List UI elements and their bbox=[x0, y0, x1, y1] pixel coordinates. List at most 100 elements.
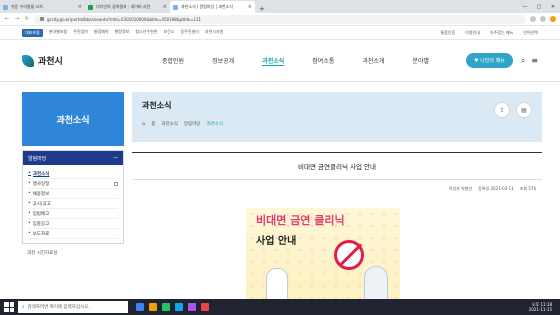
browser-tab-active[interactable]: 과천소식 | 알림마당 | 과천소식 × bbox=[170, 1, 255, 13]
article-date: 등록일 2021-03-11 bbox=[478, 186, 514, 191]
close-icon[interactable]: × bbox=[163, 4, 167, 10]
close-window-icon[interactable]: ✕ bbox=[546, 0, 560, 13]
sidebar-menu: 알림마당 — • 과천소식 • 행사일정 • 채용정보 • 고시/공고 • 입법… bbox=[22, 150, 124, 244]
system-tray[interactable]: 오후 11:18 2021-11-15 bbox=[529, 302, 556, 312]
util-link[interactable]: 이용안내 bbox=[465, 30, 480, 36]
window-controls: — □ ✕ bbox=[518, 0, 560, 13]
back-icon[interactable]: ← bbox=[4, 16, 10, 22]
url-field[interactable]: gccity.go.kr/portal/bbs/view.do?mId=0301… bbox=[34, 14, 526, 24]
address-bar: ← → ↻ gccity.go.kr/portal/bbs/view.do?mI… bbox=[0, 13, 560, 26]
sidebar-list: • 과천소식 • 행사일정 • 채용정보 • 고시/공고 • 입법예고 • 입찰… bbox=[23, 165, 123, 243]
breadcrumb: ⌂ 홈 과천소식 알림마당 과천소식 bbox=[142, 121, 532, 127]
banner-actions: ⇪ ▤ bbox=[494, 102, 532, 118]
print-icon[interactable]: ▤ bbox=[516, 102, 532, 118]
site-link[interactable]: 과천시자원 bbox=[205, 29, 223, 37]
forward-icon[interactable]: → bbox=[14, 16, 20, 22]
home-icon[interactable]: ⌂ bbox=[142, 121, 145, 127]
sidebar-item-label: 보도자료 bbox=[32, 231, 50, 237]
favicon-icon bbox=[3, 4, 8, 10]
external-link-icon bbox=[114, 181, 118, 186]
util-link[interactable]: 언어선택 bbox=[523, 30, 538, 36]
collapse-icon[interactable]: — bbox=[113, 155, 118, 161]
site-link[interactable]: 분야별포털 bbox=[49, 29, 67, 37]
new-tab-button[interactable]: + bbox=[255, 5, 269, 13]
profile-avatar[interactable] bbox=[550, 16, 556, 22]
windows-start-icon[interactable] bbox=[4, 302, 14, 312]
tab-label: 과천소식 | 알림마당 | 과천소식 bbox=[181, 4, 233, 9]
menu-item[interactable]: 분야별 bbox=[412, 56, 429, 66]
reload-icon[interactable]: ↻ bbox=[24, 16, 30, 22]
menu-item[interactable]: 정보공개 bbox=[212, 56, 234, 66]
menu-item-active[interactable]: 과천소식 bbox=[262, 56, 285, 66]
article: 비대면 금연클리닉 사업 안내 작성자 박병선 등록일 2021-03-11 조… bbox=[132, 152, 542, 198]
menu-item[interactable]: 참여소통 bbox=[312, 56, 334, 66]
search-icon: ⌕ bbox=[22, 305, 25, 310]
file-explorer-icon[interactable] bbox=[149, 303, 157, 311]
app-icon[interactable] bbox=[188, 303, 196, 311]
close-icon[interactable]: × bbox=[78, 4, 82, 10]
util-links: 통합인증 이용안내 자주찾는 메뉴 언어선택 bbox=[440, 30, 538, 36]
site-link[interactable]: 보건소 bbox=[163, 29, 174, 37]
article-views: 조회 576 bbox=[519, 186, 536, 191]
maximize-icon[interactable]: □ bbox=[532, 0, 546, 13]
tray-date: 2021-11-15 bbox=[528, 307, 552, 312]
site-link[interactable]: 대표포털 bbox=[22, 28, 43, 37]
nav-icons: ⌕ ≡ bbox=[521, 56, 538, 66]
extension-icon[interactable] bbox=[530, 16, 536, 22]
taskbar-search[interactable]: ⌕ 검색하려면 여기에 입력하십시오. bbox=[18, 301, 128, 313]
sidebar-item-label: 입법예고 bbox=[32, 211, 50, 217]
article-title: 비대면 금연클리닉 사업 안내 bbox=[132, 153, 542, 180]
sidebar-section[interactable]: 알림마당 — bbox=[23, 151, 123, 165]
breadcrumb-item[interactable]: 홈 bbox=[151, 121, 155, 127]
breadcrumb-item[interactable]: 과천소식 bbox=[206, 121, 223, 127]
util-link[interactable]: 자주찾는 메뉴 bbox=[490, 30, 513, 36]
sidebar-item-label: 고시/공고 bbox=[32, 201, 51, 207]
share-icon[interactable]: ⇪ bbox=[494, 102, 510, 118]
sidebar-item[interactable]: • 입법예고 bbox=[28, 209, 118, 219]
menu-item[interactable]: 종합민원 bbox=[162, 56, 184, 66]
sidebar-item[interactable]: • 채용정보 bbox=[28, 189, 118, 199]
app-icon[interactable] bbox=[201, 303, 209, 311]
logo-text: 과천시 bbox=[38, 57, 63, 67]
sidebar-footer-link[interactable]: 과천 시진자료실 bbox=[22, 250, 124, 256]
search-icon[interactable]: ⌕ bbox=[521, 56, 525, 66]
hamburger-icon[interactable]: ≡ bbox=[531, 56, 538, 66]
tab-label: 쉬운 우리말을 쓰자 bbox=[11, 4, 43, 9]
minimize-icon[interactable]: — bbox=[518, 0, 532, 13]
edge-icon[interactable] bbox=[175, 303, 183, 311]
site-link[interactable]: 행정정보 bbox=[115, 29, 130, 37]
site-link[interactable]: 청소년수련관 bbox=[135, 29, 157, 37]
sidebar-item[interactable]: • 입찰공고 bbox=[28, 219, 118, 229]
site-link[interactable]: 동주민센터 bbox=[180, 29, 198, 37]
bookmark-icon[interactable] bbox=[540, 16, 546, 22]
url-text: gccity.go.kr/portal/bbs/view.do?mId=0301… bbox=[47, 16, 202, 22]
taskbar-apps bbox=[136, 303, 209, 311]
sidebar-item[interactable]: • 행사일정 bbox=[28, 179, 118, 189]
sidebar-item[interactable]: • 고시/공고 bbox=[28, 199, 118, 209]
my-menu-label: 나만의 메뉴 bbox=[480, 58, 505, 64]
sidebar-item[interactable]: • 과천소식 bbox=[28, 169, 118, 179]
logo-icon bbox=[22, 54, 34, 67]
no-smoking-icon bbox=[334, 240, 364, 270]
sidebar-item-label: 채용정보 bbox=[32, 191, 50, 197]
my-menu-button[interactable]: ♥ 나만의 메뉴 bbox=[466, 53, 513, 68]
article-poster: 비대면 금연 클리닉 사업 안내 bbox=[246, 208, 400, 304]
site-link[interactable]: 통합예약 bbox=[94, 29, 109, 37]
menu-item[interactable]: 과천소개 bbox=[362, 56, 384, 66]
chrome-icon[interactable] bbox=[162, 303, 170, 311]
article-meta: 작성자 박병선 등록일 2021-03-11 조회 576 bbox=[132, 180, 542, 198]
close-icon[interactable]: × bbox=[248, 4, 252, 10]
util-link[interactable]: 통합인증 bbox=[440, 30, 455, 36]
article-author: 작성자 박병선 bbox=[448, 186, 473, 191]
task-view-icon[interactable] bbox=[136, 303, 144, 311]
windows-taskbar: ⌕ 검색하려면 여기에 입력하십시오. 오후 11:18 2021-11-15 bbox=[0, 299, 560, 315]
sidebar-item-label: 입찰공고 bbox=[32, 221, 50, 227]
sidebar-item[interactable]: • 보도자료 bbox=[28, 229, 118, 239]
browser-tab[interactable]: 디자인의 검색결과 : 네이버 사전 × bbox=[85, 1, 170, 13]
site-link[interactable]: 주민참여 bbox=[73, 29, 88, 37]
breadcrumb-item[interactable]: 과천소식 bbox=[161, 121, 178, 127]
poster-headline: 비대면 금연 클리닉 bbox=[256, 214, 345, 227]
browser-tab[interactable]: 쉬운 우리말을 쓰자 × bbox=[0, 1, 85, 13]
site-logo[interactable]: 과천시 bbox=[22, 54, 122, 67]
breadcrumb-item[interactable]: 알림마당 bbox=[184, 121, 201, 127]
